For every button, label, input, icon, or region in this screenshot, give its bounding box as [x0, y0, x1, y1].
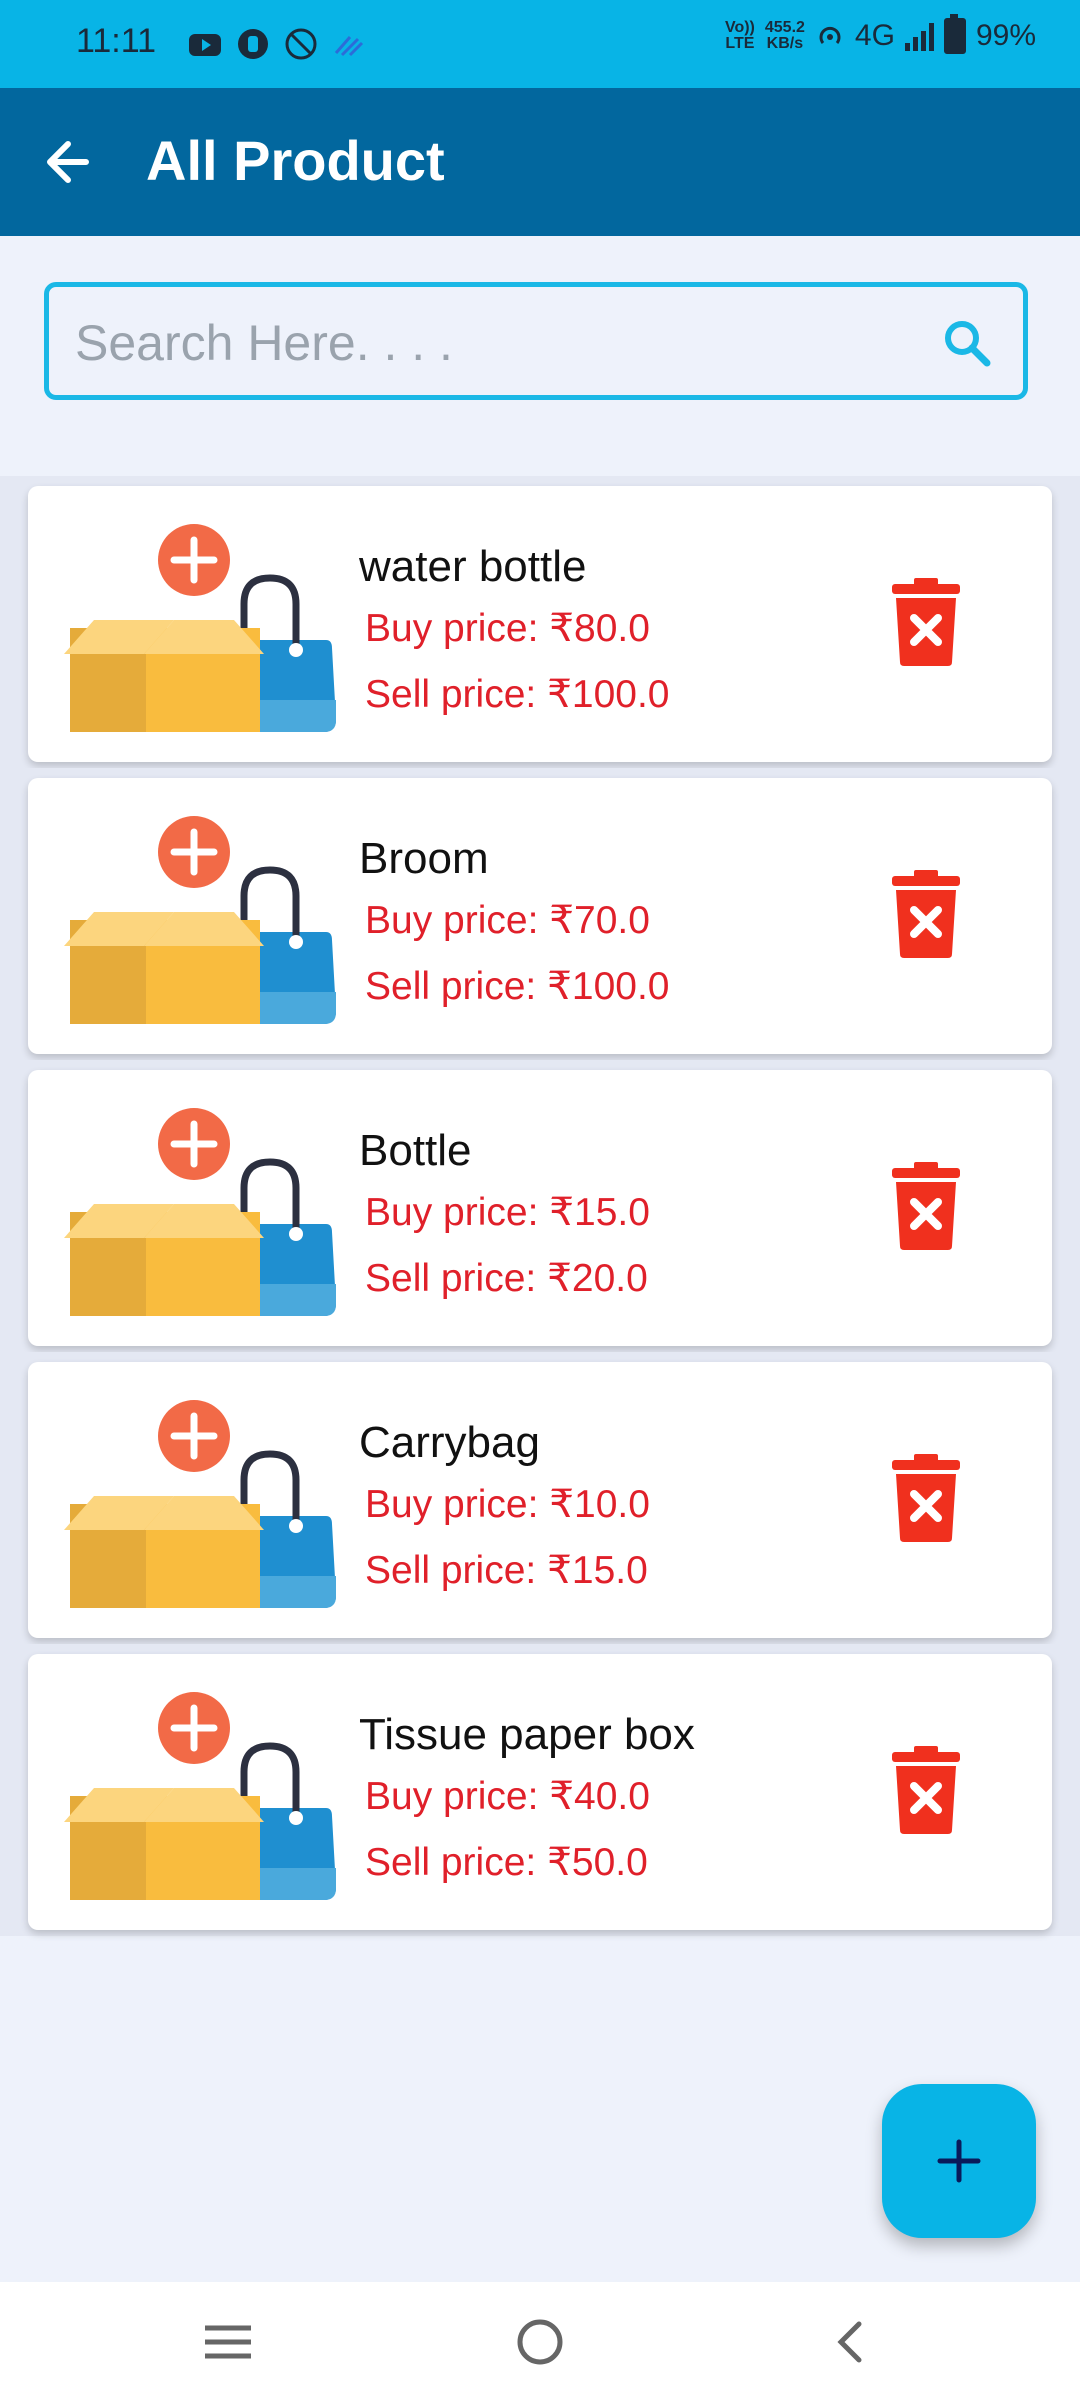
list-item: Bottle Buy price: ₹15.0 Sell price: ₹20.…	[0, 1060, 1080, 1352]
battery-level: 99%	[975, 19, 1036, 52]
lte-text: LTE	[725, 35, 755, 52]
product-card[interactable]: Bottle Buy price: ₹15.0 Sell price: ₹20.…	[28, 1070, 1052, 1346]
status-right: Vo)) LTE 455.2 KB/s 4G 99%	[725, 14, 1036, 54]
arrow-left-icon[interactable]	[34, 126, 106, 198]
status-icons	[188, 24, 366, 64]
signal-bars-icon	[904, 21, 934, 51]
sell-price: Sell price: ₹50.0	[365, 1841, 648, 1884]
product-card[interactable]: Broom Buy price: ₹70.0 Sell price: ₹100.…	[28, 778, 1052, 1054]
youtube-icon	[189, 34, 221, 56]
sell-price: Sell price: ₹15.0	[365, 1549, 648, 1592]
product-box-icon	[64, 816, 336, 1024]
product-name: Tissue paper box	[359, 1710, 695, 1759]
battery-icon	[943, 14, 966, 54]
product-name: Carrybag	[359, 1418, 540, 1467]
list-item: Carrybag Buy price: ₹10.0 Sell price: ₹1…	[0, 1352, 1080, 1644]
sell-price: Sell price: ₹100.0	[365, 673, 670, 716]
list-item: Tissue paper box Buy price: ₹40.0 Sell p…	[0, 1644, 1080, 1936]
search-icon[interactable]	[941, 317, 993, 369]
status-bar: 11:11 Vo)) LTE 455.2 KB/s 4G 99%	[0, 0, 1080, 88]
delete-icon[interactable]	[890, 870, 962, 958]
network-type: 4G	[854, 19, 895, 52]
product-box-icon	[64, 1400, 336, 1608]
product-box-icon	[64, 1692, 336, 1900]
buy-price: Buy price: ₹80.0	[365, 607, 650, 650]
sell-price: Sell price: ₹100.0	[365, 965, 670, 1008]
speed-indicator: 455.2 KB/s	[765, 20, 805, 52]
system-nav-bar	[0, 2282, 1080, 2400]
list-item: Broom Buy price: ₹70.0 Sell price: ₹100.…	[0, 768, 1080, 1060]
app-icon	[238, 29, 268, 59]
product-name: Broom	[359, 834, 489, 883]
product-name: Bottle	[359, 1126, 472, 1175]
speed-value: 455.2	[764, 19, 805, 36]
status-time: 11:11	[76, 22, 157, 60]
plus-icon	[937, 2139, 981, 2183]
sell-price: Sell price: ₹20.0	[365, 1257, 648, 1300]
product-name: water bottle	[359, 542, 587, 591]
buy-price: Buy price: ₹10.0	[365, 1483, 650, 1526]
volte-indicator: Vo)) LTE	[725, 20, 755, 52]
search-box	[44, 282, 1028, 400]
search-input[interactable]	[73, 307, 937, 379]
delete-icon[interactable]	[890, 1162, 962, 1250]
list-item: water bottle Buy price: ₹80.0 Sell price…	[0, 476, 1080, 768]
buy-price: Buy price: ₹70.0	[365, 899, 650, 942]
delete-icon[interactable]	[890, 1454, 962, 1542]
buy-price: Buy price: ₹40.0	[365, 1775, 650, 1818]
product-card[interactable]: Carrybag Buy price: ₹10.0 Sell price: ₹1…	[28, 1362, 1052, 1638]
product-card[interactable]: water bottle Buy price: ₹80.0 Sell price…	[28, 486, 1052, 762]
home-icon[interactable]	[505, 2312, 575, 2372]
signal-wave-icon	[334, 36, 364, 57]
product-box-icon	[64, 1108, 336, 1316]
product-box-icon	[64, 524, 336, 732]
add-product-button[interactable]	[882, 2084, 1036, 2238]
app-bar: All Product	[0, 88, 1080, 236]
page-title: All Product	[146, 129, 445, 192]
delete-icon[interactable]	[890, 578, 962, 666]
speed-unit: KB/s	[766, 35, 804, 52]
back-icon[interactable]	[815, 2312, 885, 2372]
buy-price: Buy price: ₹15.0	[365, 1191, 650, 1234]
volte-text: Vo))	[724, 19, 755, 36]
hotspot-icon	[819, 26, 841, 44]
delete-icon[interactable]	[890, 1746, 962, 1834]
product-card[interactable]: Tissue paper box Buy price: ₹40.0 Sell p…	[28, 1654, 1052, 1930]
vpn-icon	[285, 28, 317, 60]
menu-icon[interactable]	[193, 2312, 263, 2372]
